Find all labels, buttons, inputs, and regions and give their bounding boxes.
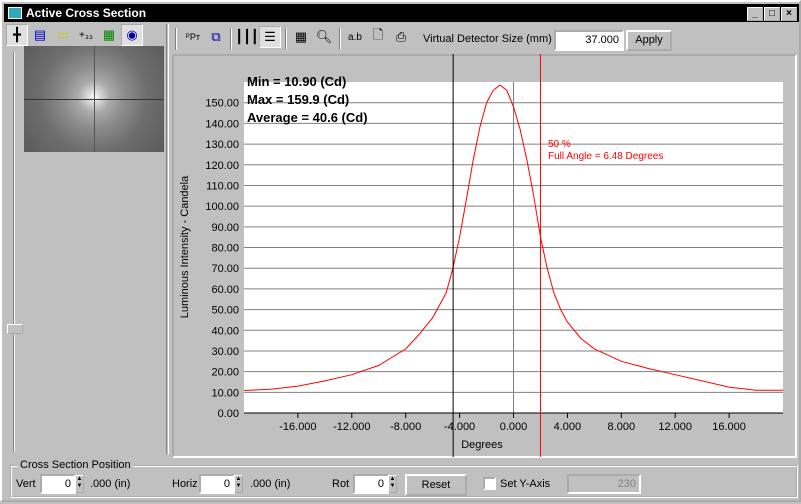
vert-input[interactable]: 0 — [40, 474, 76, 494]
y-tick-label: 50.00 — [211, 305, 239, 317]
x-axis-label: Degrees — [461, 439, 503, 451]
y-tick-label: 30.00 — [211, 346, 239, 358]
group-label: Cross Section Position — [18, 459, 133, 471]
y-tick-label: 80.00 — [211, 243, 239, 255]
y-tick-label: 110.00 — [206, 180, 239, 192]
y-tick-label: 40.00 — [211, 325, 239, 337]
y-axis-label: Luminous Intensity - Candela — [179, 175, 191, 318]
horiz-spinner[interactable]: ▲ ▼ — [234, 475, 243, 493]
vert-spinner[interactable]: ▲ ▼ — [75, 475, 84, 493]
horiz-input[interactable]: 0 — [199, 474, 235, 494]
horiz-label: Horiz — [172, 478, 198, 490]
x-tick-label: -8.000 — [390, 421, 421, 433]
y-tick-label: 60.00 — [211, 284, 239, 296]
window: Active Cross Section _ □ × ╋ ▤ ▭ +₃₃ ▦ ◉… — [0, 0, 801, 502]
set-y-axis-label: Set Y-Axis — [500, 478, 551, 490]
rot-label: Rot — [332, 478, 350, 490]
full-angle-label: Full Angle = 6.48 Degrees — [548, 151, 663, 162]
y-tick-label: 140.00 — [205, 118, 239, 130]
half-max-percent: 50 % — [548, 139, 571, 150]
x-tick-label: 16.000 — [712, 421, 746, 433]
y-tick-label: 120.00 — [205, 160, 239, 172]
x-tick-label: -4.000 — [444, 421, 475, 433]
y-tick-label: 0.00 — [218, 408, 239, 420]
y-tick-label: 10.00 — [211, 387, 239, 399]
x-tick-label: -16.000 — [279, 421, 316, 433]
x-tick-label: 4.000 — [554, 421, 582, 433]
y-tick-label: 70.00 — [211, 263, 239, 275]
x-tick-label: 0.000 — [500, 421, 528, 433]
x-tick-label: -12.000 — [333, 421, 370, 433]
cross-section-chart[interactable]: 0.00 10.00 20.00 30.00 40.00 50.00 60.00 70.00 8… — [2, 2, 801, 504]
y-tick-label: 90.00 — [211, 222, 239, 234]
x-tick-label: 8.000 — [608, 421, 636, 433]
rot-input[interactable]: 0 — [353, 474, 389, 494]
y-axis-max-input[interactable]: 230 — [567, 474, 641, 494]
reset-button[interactable]: Reset — [405, 474, 467, 496]
min-stat: Min = 10.90 (Cd) — [247, 74, 346, 89]
y-tick-label: 100.00 — [205, 201, 239, 213]
x-tick-label: 12.000 — [658, 421, 692, 433]
y-tick-label: 20.00 — [211, 367, 239, 379]
vert-label: Vert — [16, 478, 36, 490]
average-stat: Average = 40.6 (Cd) — [247, 110, 368, 125]
set-y-axis-checkbox[interactable] — [483, 477, 496, 490]
vert-unit: .000 (in) — [90, 478, 131, 490]
y-tick-label: 150.00 — [205, 98, 239, 110]
horiz-unit: .000 (in) — [250, 478, 291, 490]
max-stat: Max = 159.9 (Cd) — [247, 92, 349, 107]
y-tick-label: 130.00 — [205, 139, 239, 151]
rot-spinner[interactable]: ▲ ▼ — [388, 475, 397, 493]
